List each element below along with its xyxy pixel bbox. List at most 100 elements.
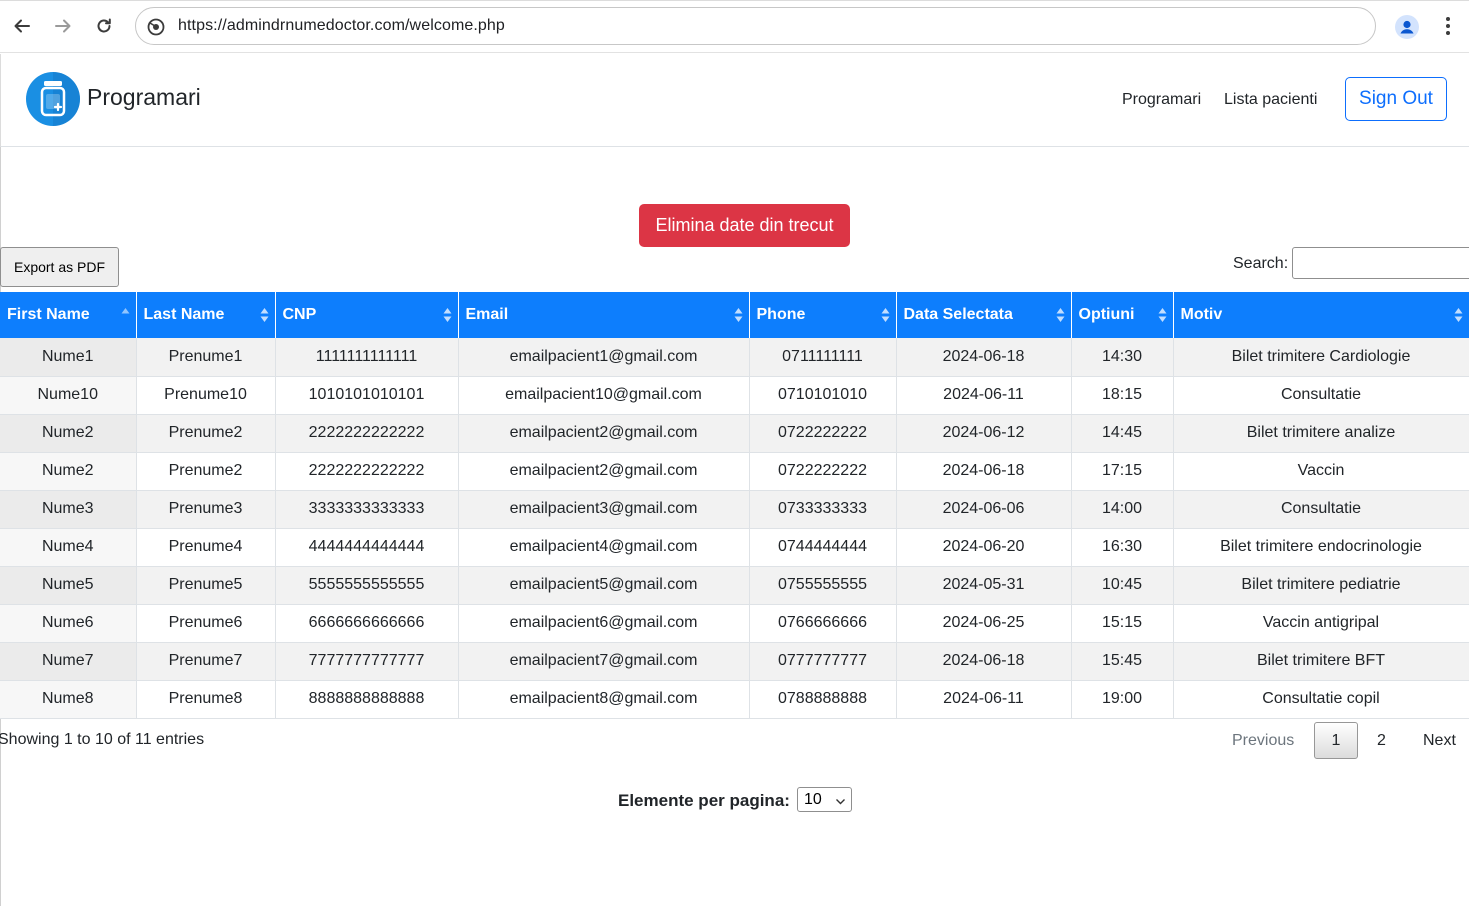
table-cell: 2222222222222: [275, 452, 459, 491]
url-text[interactable]: https://admindrnumedoctor.com/welcome.ph…: [178, 17, 505, 35]
table-cell: Prenume4: [136, 528, 276, 567]
table-cell: Nume3: [0, 490, 137, 529]
pagination-page-2[interactable]: 2: [1377, 732, 1386, 750]
column-header-label: First Name: [7, 306, 90, 323]
column-header-7[interactable]: Motiv: [1173, 292, 1469, 338]
per-page-label: Elemente per pagina:: [618, 791, 790, 810]
address-bar[interactable]: https://admindrnumedoctor.com/welcome.ph…: [135, 7, 1376, 45]
table-cell: 5555555555555: [275, 566, 459, 605]
sort-icon: [1454, 307, 1463, 323]
table-row[interactable]: Nume2 Prenume2 2222222222222 emailpacient2@…: [0, 414, 1469, 453]
table-cell: 4444444444444: [275, 528, 459, 567]
table-cell: Bilet trimitere endocrinologie: [1173, 528, 1469, 567]
sort-ascending-icon: [121, 307, 130, 323]
table-cell: Nume10: [0, 376, 137, 415]
reload-icon[interactable]: [92, 14, 116, 38]
column-header-label: Motiv: [1180, 306, 1223, 323]
table-row[interactable]: Nume5 Prenume5 5555555555555 emailpacient5@…: [0, 566, 1469, 605]
forward-arrow-icon[interactable]: [51, 14, 75, 38]
export-pdf-button[interactable]: Export as PDF: [0, 247, 119, 287]
table-cell: 2024-06-18: [896, 642, 1072, 681]
brand-title[interactable]: Programari: [87, 84, 201, 111]
table-cell: Bilet trimitere analize: [1173, 414, 1469, 453]
table-cell: 18:15: [1071, 376, 1174, 415]
search-input[interactable]: [1292, 247, 1469, 279]
table-cell: Bilet trimitere pediatrie: [1173, 566, 1469, 605]
column-header-1[interactable]: Last Name: [136, 292, 276, 338]
table-cell: emailpacient3@gmail.com: [458, 490, 750, 529]
table-cell: Prenume1: [136, 338, 276, 377]
medicine-bottle-logo-icon[interactable]: [25, 71, 81, 127]
table-cell: emailpacient2@gmail.com: [458, 452, 750, 491]
table-cell: 1010101010101: [275, 376, 459, 415]
column-header-label: Last Name: [143, 306, 225, 323]
table-cell: 2024-06-18: [896, 452, 1072, 491]
table-cell: Consultatie copil: [1173, 680, 1469, 719]
table-cell: emailpacient5@gmail.com: [458, 566, 750, 605]
table-cell: 14:30: [1071, 338, 1174, 377]
delete-past-dates-button[interactable]: Elimina date din trecut: [639, 204, 850, 247]
table-cell: 0711111111: [749, 338, 897, 377]
table-cell: 0733333333: [749, 490, 897, 529]
column-header-5[interactable]: Data Selectata: [896, 292, 1072, 338]
table-cell: emailpacient4@gmail.com: [458, 528, 750, 567]
back-arrow-icon[interactable]: [10, 14, 34, 38]
column-header-label: Phone: [756, 306, 806, 323]
table-cell: 15:15: [1071, 604, 1174, 643]
chevron-down-icon: [835, 794, 846, 805]
table-row[interactable]: Nume3 Prenume3 3333333333333 emailpacient3@…: [0, 490, 1469, 529]
pagination-next[interactable]: Next: [1423, 732, 1456, 750]
table-body: Nume1 Prenume1 1111111111111 emailpacient1@…: [0, 338, 1469, 719]
table-cell: emailpacient10@gmail.com: [458, 376, 750, 415]
sort-icon: [881, 307, 890, 323]
column-header-0[interactable]: First Name: [0, 292, 137, 338]
table-cell: Nume2: [0, 452, 137, 491]
table-row[interactable]: Nume7 Prenume7 7777777777777 emailpacient7@…: [0, 642, 1469, 681]
table-row[interactable]: Nume8 Prenume8 8888888888888 emailpacient8@…: [0, 680, 1469, 719]
table-cell: Prenume3: [136, 490, 276, 529]
column-header-6[interactable]: Optiuni: [1071, 292, 1174, 338]
table-cell: Nume5: [0, 566, 137, 605]
table-cell: 17:15: [1071, 452, 1174, 491]
table-cell: 3333333333333: [275, 490, 459, 529]
sign-out-button[interactable]: Sign Out: [1345, 77, 1447, 121]
sort-icon: [443, 307, 452, 323]
table-cell: 0710101010: [749, 376, 897, 415]
column-header-2[interactable]: CNP: [275, 292, 459, 338]
table-cell: emailpacient6@gmail.com: [458, 604, 750, 643]
sort-icon: [260, 307, 269, 323]
nav-link-programari[interactable]: Programari: [1122, 91, 1201, 109]
column-header-3[interactable]: Email: [458, 292, 750, 338]
table-cell: 0744444444: [749, 528, 897, 567]
table-row[interactable]: Nume2 Prenume2 2222222222222 emailpacient2@…: [0, 452, 1469, 491]
table-cell: Prenume6: [136, 604, 276, 643]
search-label: Search:: [1233, 255, 1289, 272]
per-page-select[interactable]: 10: [797, 787, 852, 812]
table-row[interactable]: Nume10 Prenume10 1010101010101 emailpacient…: [0, 376, 1469, 415]
pagination-page-1[interactable]: 1: [1314, 722, 1358, 759]
site-info-icon[interactable]: [146, 17, 166, 37]
table-cell: emailpacient1@gmail.com: [458, 338, 750, 377]
nav-link-lista-pacienti[interactable]: Lista pacienti: [1224, 91, 1317, 109]
column-header-label: Optiuni: [1078, 306, 1135, 323]
table-header-row: First Name Last Name CNP Email Phone Data Sel…: [0, 292, 1469, 338]
pagination-previous[interactable]: Previous: [1232, 732, 1294, 750]
table-cell: emailpacient8@gmail.com: [458, 680, 750, 719]
column-header-4[interactable]: Phone: [749, 292, 897, 338]
table-cell: 2024-06-06: [896, 490, 1072, 529]
sort-icon: [734, 307, 743, 323]
table-cell: Prenume7: [136, 642, 276, 681]
table-row[interactable]: Nume6 Prenume6 6666666666666 emailpacient6@…: [0, 604, 1469, 643]
table-cell: emailpacient7@gmail.com: [458, 642, 750, 681]
table-cell: 6666666666666: [275, 604, 459, 643]
table-cell: Nume8: [0, 680, 137, 719]
table-row[interactable]: Nume1 Prenume1 1111111111111 emailpacient1@…: [0, 338, 1469, 377]
browser-menu-icon[interactable]: [1438, 14, 1458, 38]
table-cell: Vaccin: [1173, 452, 1469, 491]
profile-avatar-icon[interactable]: [1395, 15, 1419, 39]
table-cell: 2024-06-12: [896, 414, 1072, 453]
appointments-table: First Name Last Name CNP Email Phone Data Sel…: [0, 292, 1469, 719]
table-row[interactable]: Nume4 Prenume4 4444444444444 emailpacient4@…: [0, 528, 1469, 567]
table-cell: 0755555555: [749, 566, 897, 605]
table-cell: 2024-06-11: [896, 376, 1072, 415]
